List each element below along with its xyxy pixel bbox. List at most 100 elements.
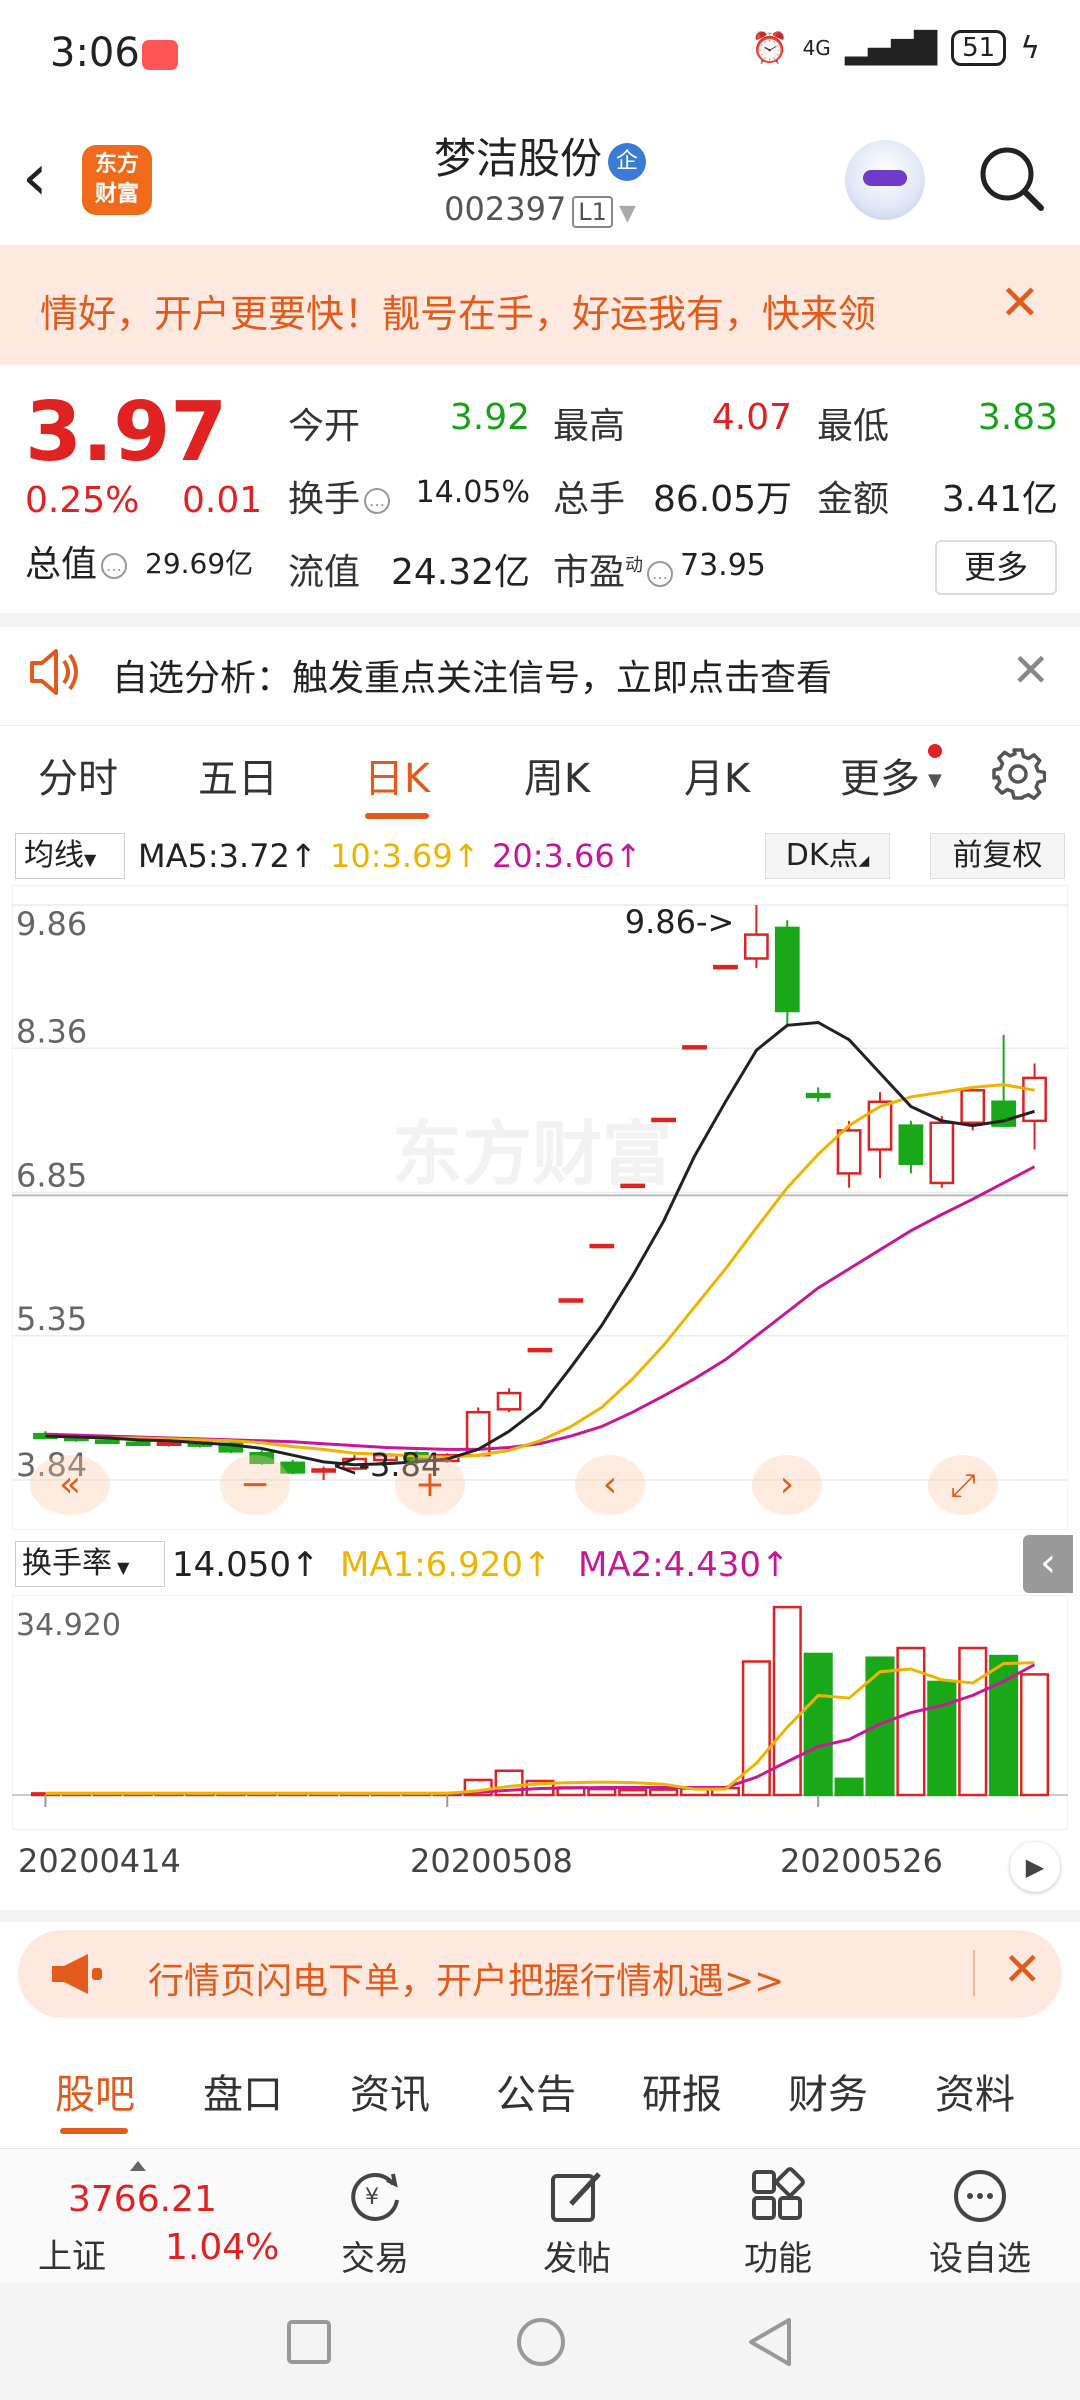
turnover-bar-chart[interactable]: 34.920 [12,1595,1068,1830]
pe-sup: 动 [625,555,644,576]
notice-text: 自选分析：触发重点关注信号，立即点击查看 [112,658,833,699]
add-watchlist-label: 设自选 [929,2239,1031,2279]
candle-body [836,1129,862,1175]
status-bar: 3:06 ⏰ 4G ▂▄▆█ 51 ϟ [0,0,1080,110]
account-banner[interactable]: 行情页闪电下单，开户把握行情机遇>> ✕ [18,1930,1062,2018]
ma5-value: MA5:3.72↑ [138,837,317,875]
dk-point-button[interactable]: DK点◢ [765,833,890,879]
close-icon[interactable]: ✕ [1011,643,1050,697]
info-icon[interactable]: … [647,561,674,587]
candle-body [558,1298,584,1303]
add-watchlist-button[interactable]: 设自选 [915,2161,1045,2280]
functions-button[interactable]: 功能 [713,2161,843,2280]
candle-body [960,1089,986,1125]
assistant-robot-icon[interactable] [845,140,925,220]
level-badge: L1 [572,196,613,228]
megaphone-icon [52,1954,102,1994]
more-dots-icon [954,2170,1006,2222]
fullscreen-icon[interactable]: ⤢ [928,1455,998,1515]
chart-frame [12,885,1068,1530]
play-right-icon[interactable]: ▶ [1010,1842,1060,1892]
home-icon[interactable] [515,2316,567,2368]
turnover-bar [1020,1673,1050,1797]
active-tab-indicator [365,813,429,819]
date-tick: 20200508 [410,1842,573,1880]
gear-icon[interactable] [990,746,1046,802]
low-value: 3.83 [977,397,1058,438]
clock: 3:06 [50,30,140,76]
dk-point-label: DK点 [785,838,859,873]
tab-more[interactable]: 更多 [820,746,940,804]
turnover-value: 14.05% [415,475,530,510]
candle-body [496,1391,522,1411]
tab-intraday[interactable]: 分时 [18,746,138,804]
turnover-ma2: MA2:4.430↑ [578,1545,790,1585]
tab-financials[interactable]: 财务 [788,2062,868,2120]
turnover-indicator-select[interactable]: 换手率 ▼ [15,1541,165,1587]
tab-daily-k[interactable]: 日K [337,746,457,804]
chevron-left-icon[interactable]: ‹ [575,1455,645,1515]
system-nav-bar [0,2283,1080,2400]
edit-icon [551,2172,601,2222]
stock-code: 002397 [444,190,567,228]
market-cap-label: 总值… [25,535,131,587]
turnover-select-label: 换手率 [22,1546,112,1581]
y-tick-label: 9.86 [16,905,87,943]
tab-news[interactable]: 资讯 [350,2062,430,2120]
y-tick-label: 8.36 [16,1012,87,1050]
indicator-select[interactable]: 均线▼ [15,833,125,879]
candle-body [713,964,738,970]
chevron-down-icon: ▼ [84,850,97,869]
back-nav-icon[interactable] [745,2316,795,2368]
minus-icon[interactable]: − [220,1455,290,1515]
turnover-bar [927,1680,957,1797]
chevron-right-icon[interactable]: › [752,1455,822,1515]
info-icon[interactable]: … [364,488,391,514]
tab-pankou[interactable]: 盘口 [203,2062,283,2120]
turnover-legend: 换手率 ▼ 14.050↑ MA1:6.920↑ MA2:4.430↑ ‹ [0,1535,1080,1595]
speaker-icon [30,649,78,695]
open-value: 3.92 [449,397,530,438]
tab-research[interactable]: 研报 [642,2062,722,2120]
candle-body [867,1100,893,1151]
close-icon[interactable]: ✕ [1000,275,1040,331]
trade-button[interactable]: ¥ 交易 [310,2161,440,2280]
amount-label: 金额 [817,479,890,520]
tab-monthly-k[interactable]: 月K [657,746,777,804]
tab-profile[interactable]: 资料 [935,2062,1015,2120]
period-tabs: 分时 五日 日K 周K 月K 更多 ▼ [0,725,1080,825]
stock-header: ‹ 东方 财富 梦洁股份企 002397 L1 ▼ [0,110,1080,245]
candle-body [620,1183,646,1189]
candlestick-chart[interactable]: 9.868.366.855.353.84东方财富9.86-><-3.84 [12,885,1068,1530]
candle-body [929,1121,955,1185]
candle-body [125,1441,151,1446]
content-tabs: 股吧 盘口 资讯 公告 研报 财务 资料 [0,2040,1080,2140]
y-tick-label: 6.85 [16,1157,87,1195]
close-icon[interactable]: ✕ [1003,1942,1042,1996]
y-max-label: 34.920 [16,1608,121,1643]
bottom-action-bar: 3766.21 上证 1.04% ¥ 交易 发帖 功能 设自选 [0,2148,1080,2283]
adjustment-button[interactable]: 前复权 [930,833,1065,879]
zoom-out-icon[interactable]: « [30,1455,110,1515]
search-icon[interactable] [975,142,1047,214]
tab-five-day[interactable]: 五日 [178,746,298,804]
more-button[interactable]: 更多 [935,540,1057,595]
tab-weekly-k[interactable]: 周K [497,746,617,804]
analysis-notice[interactable]: 自选分析：触发重点关注信号，立即点击查看 ✕ [0,625,1080,720]
turnover-bar [587,1787,617,1797]
post-button[interactable]: 发帖 [512,2161,642,2280]
recent-apps-icon[interactable] [285,2318,333,2366]
divider [0,1910,1080,1922]
indicator-select-label: 均线 [24,838,84,873]
info-icon[interactable]: … [101,553,128,579]
promo-banner[interactable]: 情好，开户更要快！靓号在手，好运我有，快来领 ✕ [0,245,1080,365]
tab-announcements[interactable]: 公告 [496,2062,576,2120]
ma-legend: 均线▼ MA5:3.72↑ 10:3.69↑ 20:3.66↑ DK点◢ 前复权 [0,825,1080,885]
ma20-value: 20:3.66↑ [492,837,642,875]
tab-guba[interactable]: 股吧 [55,2062,135,2120]
charging-icon: ϟ [1020,30,1040,66]
watermark: 东方财富 [392,1113,672,1195]
plus-icon[interactable]: + [395,1455,465,1515]
turnover-bar [618,1788,648,1797]
collapse-panel-icon[interactable]: ‹ [1023,1535,1073,1593]
